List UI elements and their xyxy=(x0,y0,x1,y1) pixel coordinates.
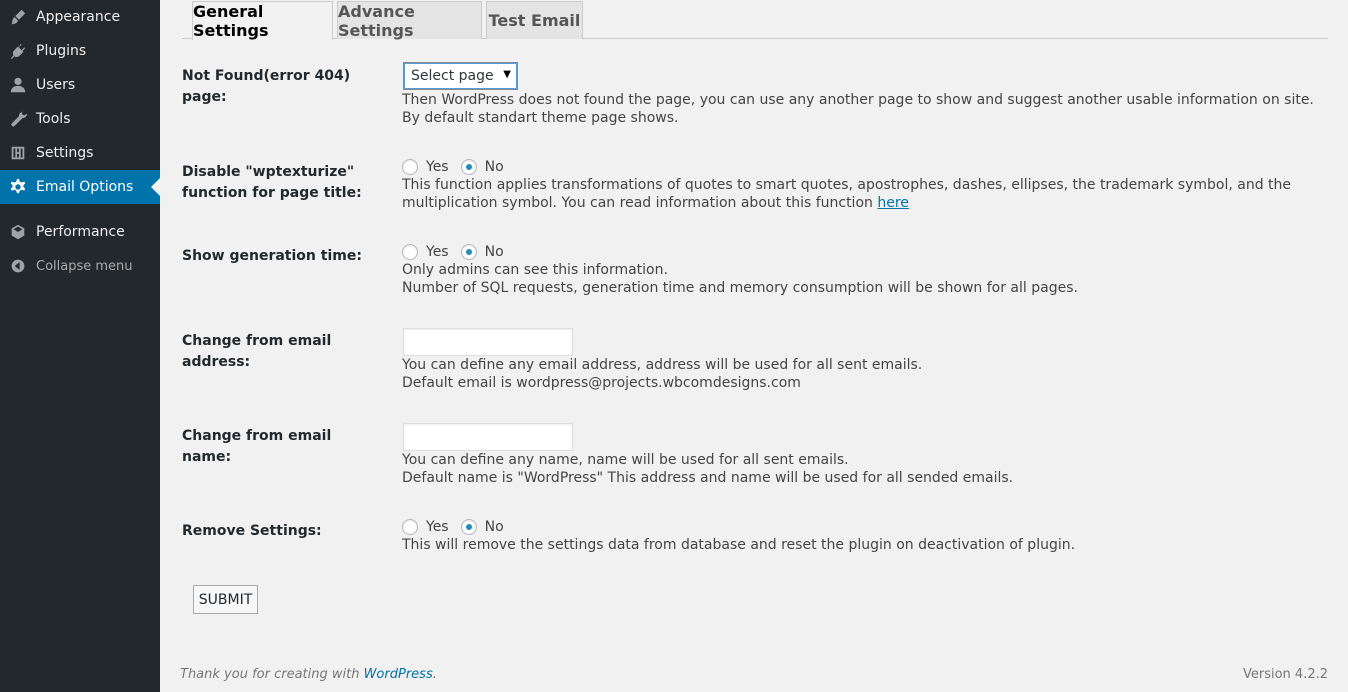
generation-time-yes-radio[interactable] xyxy=(402,244,418,260)
brush-icon xyxy=(0,8,36,26)
from-name-input[interactable] xyxy=(403,423,573,451)
remove-settings-label: Remove Settings: xyxy=(182,523,322,539)
remove-settings-no-radio[interactable] xyxy=(460,519,477,535)
sidebar-item-label: Tools xyxy=(36,111,71,127)
wptexturize-radio-group: Yes No xyxy=(402,157,516,177)
dropdown-arrow-icon: ▼ xyxy=(503,69,511,80)
sidebar-item-label: Plugins xyxy=(36,43,87,59)
tab-label: General Settings xyxy=(193,2,269,40)
remove-settings-yes-radio[interactable] xyxy=(402,519,418,535)
footer-thanks: Thank you for creating with WordPress. xyxy=(180,667,437,682)
not-found-label: Not Found(error 404) page: xyxy=(182,68,351,105)
desc-line: You can define any name, name will be us… xyxy=(402,452,849,468)
here-link[interactable]: here xyxy=(877,195,909,211)
desc-line: Only admins can see this information. xyxy=(402,262,668,278)
sidebar-item-label: Users xyxy=(36,77,76,93)
from-email-input[interactable] xyxy=(403,328,573,356)
wrench-icon xyxy=(0,110,36,128)
sidebar-item-label: Appearance xyxy=(36,9,121,25)
sidebar-item-tools[interactable]: Tools xyxy=(0,102,160,136)
wptexturize-description: This function applies transformations of… xyxy=(402,176,1332,212)
sidebar-item-users[interactable]: Users xyxy=(0,68,160,102)
wptexturize-desc-text: This function applies transformations of… xyxy=(402,177,1292,211)
sidebar-item-label: Settings xyxy=(36,145,94,161)
from-email-description: You can define any email address, addres… xyxy=(402,356,1332,392)
wptexturize-no-radio[interactable] xyxy=(460,159,477,175)
collapse-menu-button[interactable]: Collapse menu xyxy=(0,249,160,283)
settings-tabs: General Settings Advance Settings Test E… xyxy=(182,0,1328,40)
submit-button[interactable]: SUBMIT xyxy=(193,585,258,614)
radio-label-no: No xyxy=(484,519,504,535)
tab-label: Advance Settings xyxy=(338,1,415,40)
desc-line: Default email is wordpress@projects.wbco… xyxy=(402,375,801,391)
radio-label-yes: Yes xyxy=(426,159,449,175)
generation-time-radio-group: Yes No xyxy=(402,242,516,262)
wptexturize-yes-radio[interactable] xyxy=(402,159,418,175)
page-select-value: Select page xyxy=(411,68,494,84)
wordpress-link[interactable]: WordPress xyxy=(364,667,433,682)
cube-icon xyxy=(0,223,36,241)
radio-label-no: No xyxy=(484,159,504,175)
radio-label-no: No xyxy=(484,244,504,260)
radio-label-yes: Yes xyxy=(426,519,449,535)
tab-label: Test Email xyxy=(488,11,581,30)
gear-icon xyxy=(0,178,36,196)
tab-general-settings[interactable]: General Settings xyxy=(192,1,333,40)
sidebar-item-settings[interactable]: Settings xyxy=(0,136,160,170)
footer-version: Version 4.2.2 xyxy=(1242,667,1328,682)
admin-sidebar: Appearance Plugins Users Tools Settings … xyxy=(0,0,160,692)
from-name-label: Change from email name: xyxy=(182,428,332,465)
radio-label-yes: Yes xyxy=(426,244,449,260)
sidebar-item-label: Collapse menu xyxy=(36,258,133,274)
generation-time-no-radio[interactable] xyxy=(460,244,477,260)
remove-settings-description: This will remove the settings data from … xyxy=(402,537,1076,553)
desc-line: Default name is "WordPress" This address… xyxy=(402,470,1014,486)
tab-test-email[interactable]: Test Email xyxy=(486,1,583,39)
sidebar-item-performance[interactable]: Performance xyxy=(0,215,160,249)
from-email-label: Change from email address: xyxy=(182,333,332,370)
page-select[interactable]: Select page ▼ xyxy=(403,62,518,90)
wptexturize-label: Disable "wptexturize" function for page … xyxy=(182,164,362,201)
generation-time-label: Show generation time: xyxy=(182,248,362,264)
desc-line: Number of SQL requests, generation time … xyxy=(402,280,1078,296)
from-name-description: You can define any name, name will be us… xyxy=(402,451,1332,487)
sidebar-item-plugins[interactable]: Plugins xyxy=(0,34,160,68)
tab-advance-settings[interactable]: Advance Settings xyxy=(337,1,482,40)
sidebar-item-email-options[interactable]: Email Options xyxy=(0,170,160,204)
sliders-icon xyxy=(0,144,36,162)
footer-thanks-text: Thank you for creating with xyxy=(180,667,364,682)
sidebar-item-label: Email Options xyxy=(36,179,134,195)
not-found-description: Then WordPress does not found the page, … xyxy=(402,92,1314,126)
sidebar-item-label: Performance xyxy=(36,224,125,240)
desc-line: You can define any email address, addres… xyxy=(402,357,923,373)
footer-thanks-suffix: . xyxy=(432,667,437,682)
collapse-arrow-icon xyxy=(0,258,36,274)
sidebar-item-appearance[interactable]: Appearance xyxy=(0,0,160,34)
user-icon xyxy=(0,76,36,94)
remove-settings-radio-group: Yes No xyxy=(402,517,516,537)
plug-icon xyxy=(0,42,36,60)
generation-time-description: Only admins can see this information. Nu… xyxy=(402,261,1332,297)
